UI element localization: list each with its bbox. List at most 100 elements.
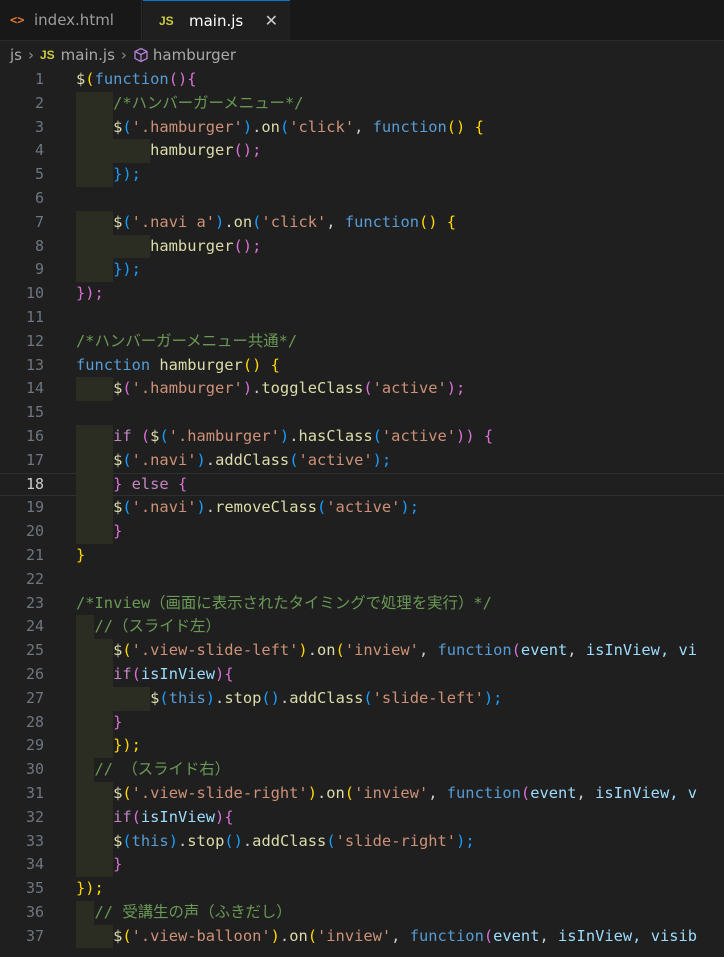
- code-line[interactable]: 11: [0, 306, 724, 330]
- tab-label: main.js: [189, 11, 244, 30]
- code-line[interactable]: 24 //（スライド左）: [0, 615, 724, 640]
- code-token: $: [76, 831, 123, 850]
- code-line[interactable]: 10});: [0, 282, 724, 306]
- code-line[interactable]: 12 /*ハンバーガーメニュー共通*/: [0, 330, 724, 354]
- tab-main-js[interactable]: JS main.js ✕: [143, 0, 290, 40]
- code-token: 'click': [261, 212, 327, 231]
- code-text: function hamburger() {: [76, 354, 280, 378]
- code-text: $('.hamburger').on('click', function() {: [76, 116, 484, 140]
- code-token: ): [215, 212, 225, 231]
- code-line[interactable]: 7 $('.navi a').on('click', function() {: [0, 210, 724, 235]
- code-token: '.hamburger': [131, 117, 243, 136]
- code-token: on: [326, 783, 345, 802]
- code-token: (: [122, 926, 132, 945]
- close-icon[interactable]: ✕: [265, 11, 278, 30]
- tab-label: index.html: [34, 11, 114, 29]
- code-text: });: [76, 734, 141, 758]
- code-token: $: [76, 450, 123, 469]
- code-text: }: [76, 544, 85, 568]
- code-token: (: [140, 426, 151, 445]
- code-token: '.view-slide-left': [131, 641, 299, 660]
- code-token: ,: [326, 212, 345, 231]
- code-editor[interactable]: 1 $(function(){2 /*ハンバーガーメニュー*/3 $('.hamb…: [0, 68, 724, 957]
- line-number: 3: [34, 117, 44, 136]
- code-line[interactable]: 22: [0, 568, 724, 592]
- code-line[interactable]: 26 if(isInView){: [0, 662, 724, 687]
- code-token: , v: [669, 783, 698, 802]
- code-token: removeClass: [215, 498, 317, 517]
- breadcrumb-file[interactable]: main.js: [61, 46, 115, 64]
- code-token: ){: [215, 807, 234, 826]
- code-line[interactable]: 19 $('.navi').removeClass('active');: [0, 496, 724, 521]
- code-text: $('.view-slide-right').on('inview', func…: [76, 782, 697, 806]
- code-line[interactable]: 16 if ($('.hamburger').hasClass('active'…: [0, 424, 724, 449]
- code-token: });: [113, 736, 141, 755]
- breadcrumb-symbol[interactable]: hamburger: [153, 46, 236, 64]
- code-token: event: [493, 926, 540, 945]
- code-text: $('.hamburger').toggleClass('active');: [76, 377, 465, 401]
- code-token: (: [344, 783, 355, 802]
- code-line[interactable]: 29 });: [0, 734, 724, 759]
- code-line[interactable]: 15: [0, 401, 724, 425]
- code-line[interactable]: 9 });: [0, 258, 724, 283]
- code-token: (: [307, 926, 318, 945]
- code-line[interactable]: 37 $('.view-balloon').on('inview', funct…: [0, 924, 724, 949]
- line-number: 14: [25, 379, 44, 398]
- code-token: (: [85, 70, 95, 88]
- code-line[interactable]: 4 hamburger();: [0, 139, 724, 164]
- code-line[interactable]: 33 $(this).stop().addClass('slide-right'…: [0, 829, 724, 854]
- code-text: } else {: [76, 473, 187, 497]
- code-token: (: [335, 641, 345, 660]
- code-line[interactable]: 31 $('.view-slide-right').on('inview', f…: [0, 781, 724, 806]
- code-token: isInView: [585, 641, 660, 660]
- code-line[interactable]: 5 });: [0, 163, 724, 187]
- line-number: 20: [25, 522, 44, 541]
- code-token: ): [307, 783, 317, 802]
- code-token: (: [372, 426, 382, 445]
- code-line[interactable]: 13 function hamburger() {: [0, 354, 724, 378]
- code-line[interactable]: 36 // 受講生の声（ふきだし）: [0, 900, 724, 925]
- code-token: $: [76, 117, 123, 136]
- code-token: $: [76, 783, 123, 802]
- code-line[interactable]: 20 }: [0, 520, 724, 544]
- code-line[interactable]: 2 /*ハンバーガーメニュー*/: [0, 91, 724, 116]
- code-token: '.view-slide-right': [131, 783, 308, 802]
- code-token: hasClass: [298, 426, 373, 445]
- code-line[interactable]: 34 }: [0, 853, 724, 878]
- code-token: ): [196, 450, 206, 469]
- line-number: 19: [25, 498, 44, 517]
- code-line[interactable]: 25 $('.view-slide-left').on('inview', fu…: [0, 639, 724, 663]
- tab-bar: <> index.html JS main.js ✕: [0, 0, 724, 41]
- code-line[interactable]: 8 hamburger();: [0, 234, 724, 259]
- code-line[interactable]: 28 }: [0, 710, 724, 735]
- code-line[interactable]: 32 if(isInView){: [0, 805, 724, 830]
- code-line[interactable]: 6: [0, 187, 724, 211]
- code-line[interactable]: 18 } else {: [0, 472, 724, 497]
- line-number: 5: [34, 165, 44, 184]
- code-token: isInView: [595, 783, 670, 802]
- code-token: .: [279, 688, 290, 707]
- code-line[interactable]: 3 $('.hamburger').on('click', function()…: [0, 115, 724, 140]
- code-line[interactable]: 1 $(function(){: [0, 68, 724, 92]
- code-line[interactable]: 30 // （スライド右）: [0, 758, 724, 782]
- code-line[interactable]: 14 $('.hamburger').toggleClass('active')…: [0, 377, 724, 402]
- code-text: $('.navi a').on('click', function() {: [76, 211, 456, 235]
- code-line[interactable]: 23 /*Inview（画面に表示されたタイミングで処理を実行）*/: [0, 592, 724, 616]
- code-token: .: [205, 450, 216, 469]
- tab-index-html[interactable]: <> index.html: [0, 0, 142, 40]
- code-token: .: [316, 783, 327, 802]
- chevron-right-icon: ›: [27, 46, 34, 64]
- line-number: 22: [25, 569, 44, 588]
- code-token: });: [113, 165, 141, 184]
- symbol-method-icon: [134, 47, 148, 63]
- code-line[interactable]: 21}: [0, 544, 724, 568]
- code-line[interactable]: 35});: [0, 877, 724, 901]
- code-token: // （スライド右）: [76, 760, 231, 779]
- code-token: isInView: [140, 664, 216, 683]
- code-line[interactable]: 27 $(this).stop().addClass('slide-left')…: [0, 686, 724, 711]
- code-text: });: [76, 258, 141, 282]
- code-token: (): [261, 688, 280, 707]
- breadcrumb-folder[interactable]: js: [10, 46, 22, 64]
- code-token: (: [326, 831, 336, 850]
- code-line[interactable]: 17 $('.navi').addClass('active');: [0, 448, 724, 473]
